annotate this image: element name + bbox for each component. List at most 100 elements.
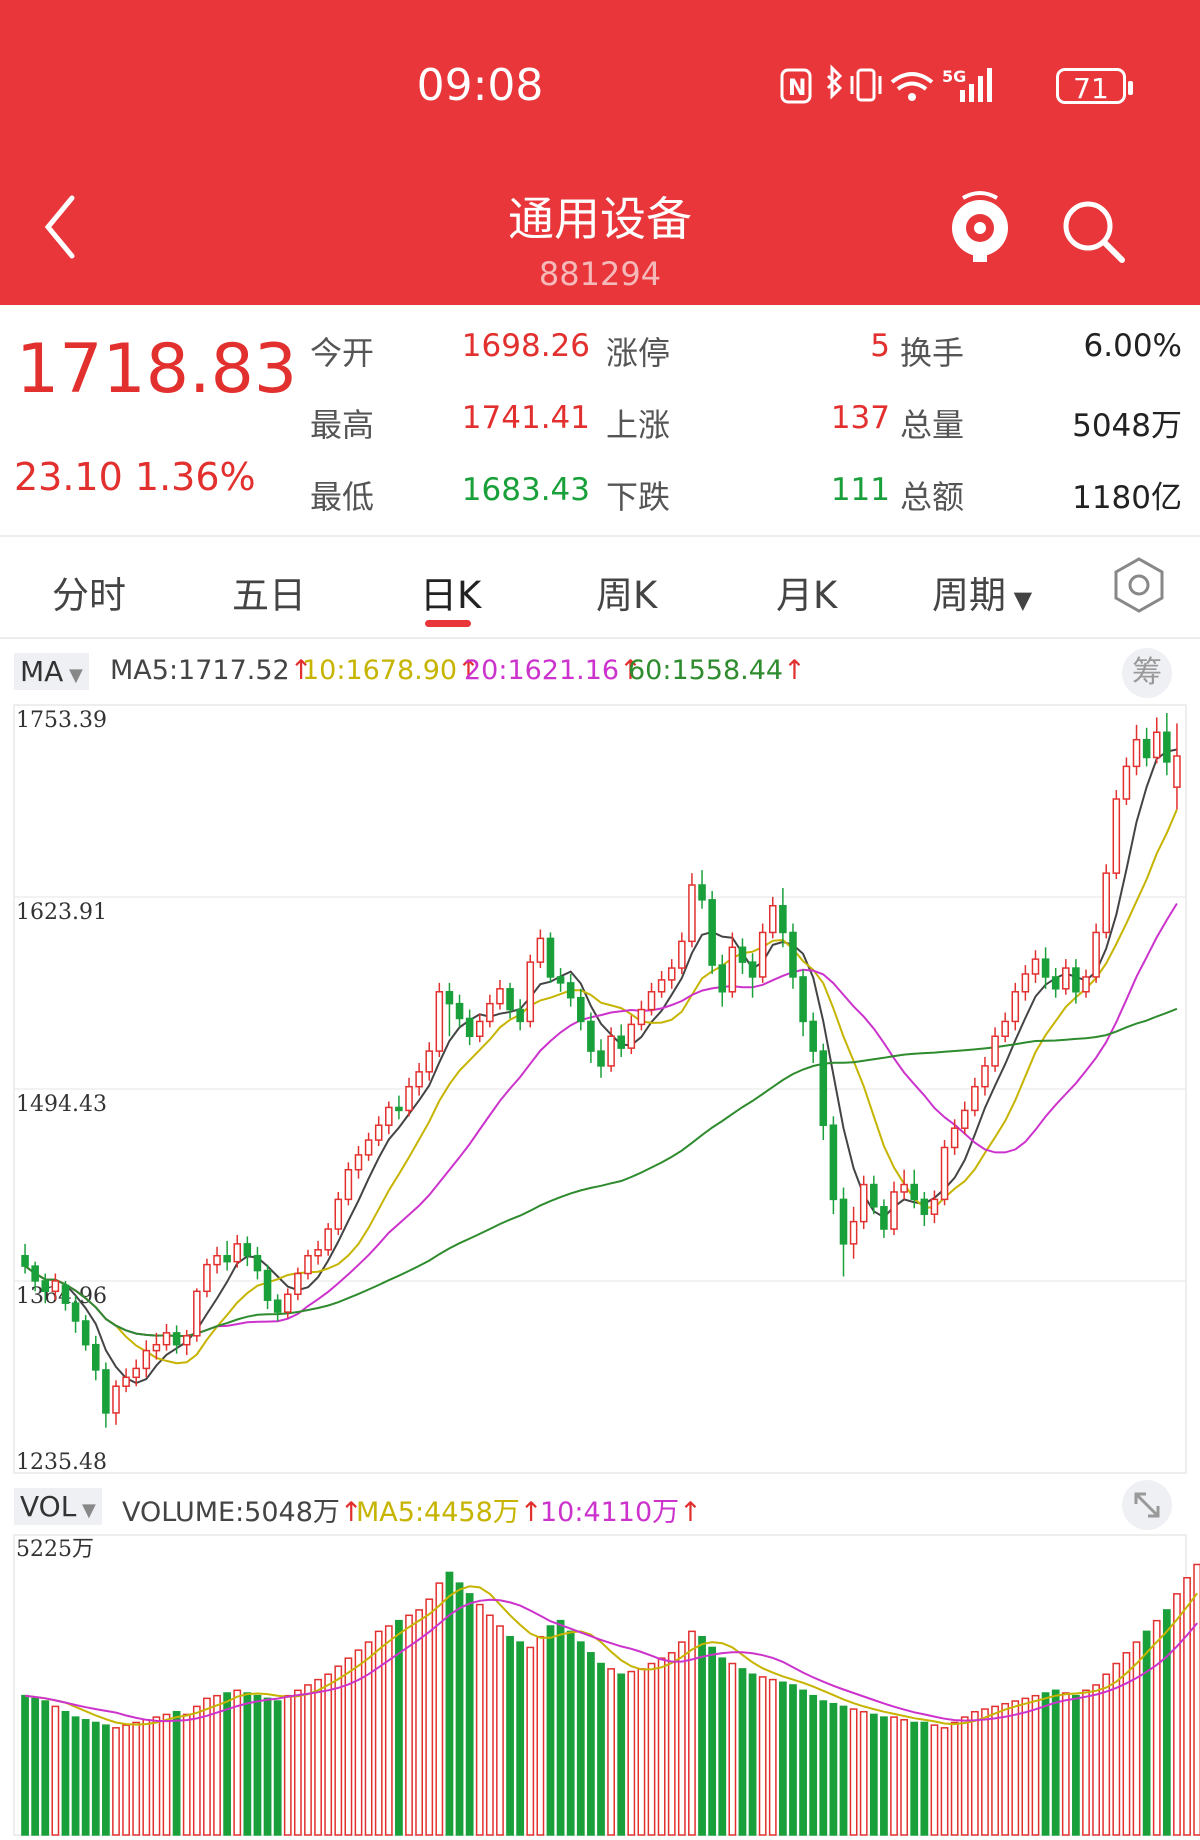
volume-bar xyxy=(91,1721,100,1836)
volume-bar xyxy=(475,1603,484,1836)
search-button[interactable] xyxy=(1060,198,1130,272)
volume-bar xyxy=(71,1716,80,1836)
volume-bar xyxy=(728,1662,737,1836)
expand-button[interactable] xyxy=(1122,1480,1172,1530)
ma-selector[interactable]: MA ▼ xyxy=(14,653,89,690)
candle-body xyxy=(425,1050,434,1073)
candle-body xyxy=(1102,872,1110,934)
volume-bar xyxy=(384,1625,393,1836)
candle-body xyxy=(587,1020,595,1052)
candle-body xyxy=(193,1290,201,1337)
candle-body xyxy=(779,905,787,934)
candle-body xyxy=(71,1302,80,1322)
volume-bar xyxy=(930,1724,939,1836)
tab-period-label: 周期 xyxy=(932,574,1006,617)
candles xyxy=(21,712,1181,1428)
volume-bar xyxy=(1072,1694,1080,1836)
candle-body xyxy=(667,967,676,981)
candle-body xyxy=(870,1183,878,1208)
vol-ma5-value: MA5:4458万 xyxy=(356,1497,520,1528)
volume-max-label: 5225万 xyxy=(16,1537,94,1562)
vol-ma10-legend: 10:4110万↑ xyxy=(540,1490,702,1529)
caret-down-icon: ▼ xyxy=(63,665,83,686)
tab-daily-k[interactable]: 日K xyxy=(420,565,481,619)
candle-body xyxy=(1021,973,1030,993)
volume-bar xyxy=(940,1727,949,1836)
candle-body xyxy=(566,982,575,999)
candle-body xyxy=(354,1154,363,1171)
candle-body xyxy=(1132,738,1141,768)
candle-body xyxy=(61,1284,70,1304)
candle-body xyxy=(122,1376,130,1387)
robot-assistant-icon xyxy=(952,191,1008,262)
price-tick-label: 1623.91 xyxy=(16,900,107,925)
tab-five-day[interactable]: 五日 xyxy=(232,565,306,619)
svg-text:5G: 5G xyxy=(942,67,966,86)
settings-button[interactable] xyxy=(1112,555,1166,624)
candle-body xyxy=(233,1243,242,1263)
label-volume: 总量 xyxy=(900,406,965,444)
volume-bar xyxy=(960,1716,969,1836)
volume-bar xyxy=(192,1705,201,1836)
candle-body xyxy=(940,1146,949,1201)
label-limit-up: 涨停 xyxy=(606,334,671,372)
volume-bar xyxy=(324,1673,333,1836)
volume-bar xyxy=(1132,1641,1141,1836)
volume-bar xyxy=(809,1694,818,1836)
volume-bar xyxy=(657,1657,666,1836)
candle-body xyxy=(678,940,686,969)
tab-intraday[interactable]: 分时 xyxy=(52,565,126,619)
volume-bar xyxy=(61,1710,70,1836)
period-tabs: 分时 五日 日K 周K 月K 周期 ▼ xyxy=(0,537,1200,637)
candle-body xyxy=(910,1183,919,1201)
candle-body xyxy=(263,1269,272,1301)
vol-selector[interactable]: VOL ▼ xyxy=(14,1488,102,1525)
change-percent: 1.36% xyxy=(134,455,256,499)
volume-bar xyxy=(516,1641,525,1836)
candle-body xyxy=(799,976,807,1023)
candle-body xyxy=(324,1228,332,1251)
candle-body xyxy=(223,1254,231,1263)
ma10-value: 10:1678.90 xyxy=(302,655,458,686)
hexagon-settings-icon xyxy=(1114,557,1164,613)
candle-body xyxy=(203,1263,211,1293)
volume-bar xyxy=(223,1692,232,1836)
volume-bar xyxy=(334,1665,343,1836)
value-decliners: 111 xyxy=(830,472,890,508)
volume-bar xyxy=(981,1708,989,1836)
candle-body xyxy=(859,1183,868,1223)
tab-weekly-k[interactable]: 周K xyxy=(596,565,657,619)
expand-icon xyxy=(1134,1492,1160,1518)
battery-indicator: 71 xyxy=(1056,68,1133,105)
volume-bar xyxy=(112,1727,120,1836)
candle-body xyxy=(415,1071,423,1088)
candle-body xyxy=(486,1002,494,1023)
volume-bar xyxy=(910,1721,919,1836)
candle-body xyxy=(395,1106,403,1112)
value-low: 1683.43 xyxy=(461,472,590,508)
candle-body xyxy=(839,1198,848,1245)
volume-bar xyxy=(1011,1700,1020,1836)
volume-bar xyxy=(677,1641,686,1836)
candle-body xyxy=(789,931,797,978)
volume-bar xyxy=(172,1710,181,1836)
candle-body xyxy=(213,1254,221,1266)
up-arrow-icon: ↑ xyxy=(679,1497,702,1528)
volume-bar xyxy=(778,1681,787,1836)
candle-body xyxy=(162,1332,171,1346)
chip-distribution-button[interactable]: 筹 xyxy=(1122,648,1172,698)
candle-body xyxy=(31,1265,39,1282)
label-high: 最高 xyxy=(310,406,375,444)
volume-bar xyxy=(1001,1702,1010,1836)
stock-code: 881294 xyxy=(538,255,662,293)
volume-bar xyxy=(41,1700,50,1836)
tab-monthly-k[interactable]: 月K xyxy=(776,565,837,619)
volume-bar xyxy=(718,1657,727,1836)
tab-period-dropdown[interactable]: 周期 ▼ xyxy=(932,565,1032,619)
status-icons: N 5G xyxy=(780,62,1050,116)
volume-bar xyxy=(213,1694,221,1836)
assistant-button[interactable] xyxy=(945,188,1015,272)
candle-body xyxy=(496,988,504,1005)
volume-bar xyxy=(768,1678,777,1836)
candle-body xyxy=(1092,931,1100,978)
